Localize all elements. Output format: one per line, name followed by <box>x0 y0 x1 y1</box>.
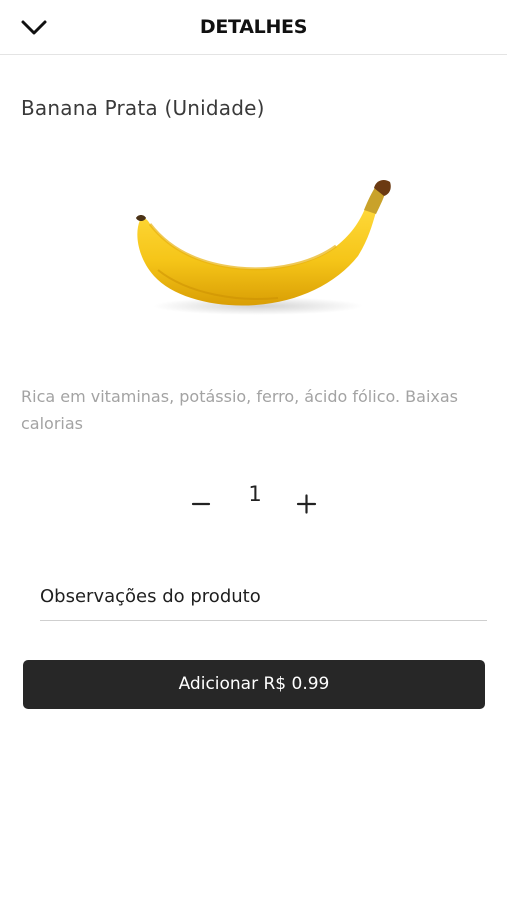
increase-quantity-button[interactable] <box>289 486 323 520</box>
product-image <box>128 174 398 324</box>
banana-image <box>136 180 391 315</box>
product-description: Rica em vitaminas, potássio, ferro, ácid… <box>21 387 459 433</box>
top-bar: DETALHES <box>0 0 507 55</box>
decrease-quantity-button[interactable] <box>185 486 219 520</box>
quantity-value: 1 <box>248 482 262 506</box>
add-to-cart-button[interactable]: Adicionar R$ 0.99 <box>23 660 485 709</box>
page-title: DETALHES <box>199 16 308 38</box>
plus-icon <box>296 494 317 514</box>
quantity-stepper: 1 <box>185 478 325 522</box>
product-name: Banana Prata (Unidade) <box>21 96 265 120</box>
minus-icon <box>191 502 211 506</box>
product-notes-input[interactable] <box>40 572 487 621</box>
